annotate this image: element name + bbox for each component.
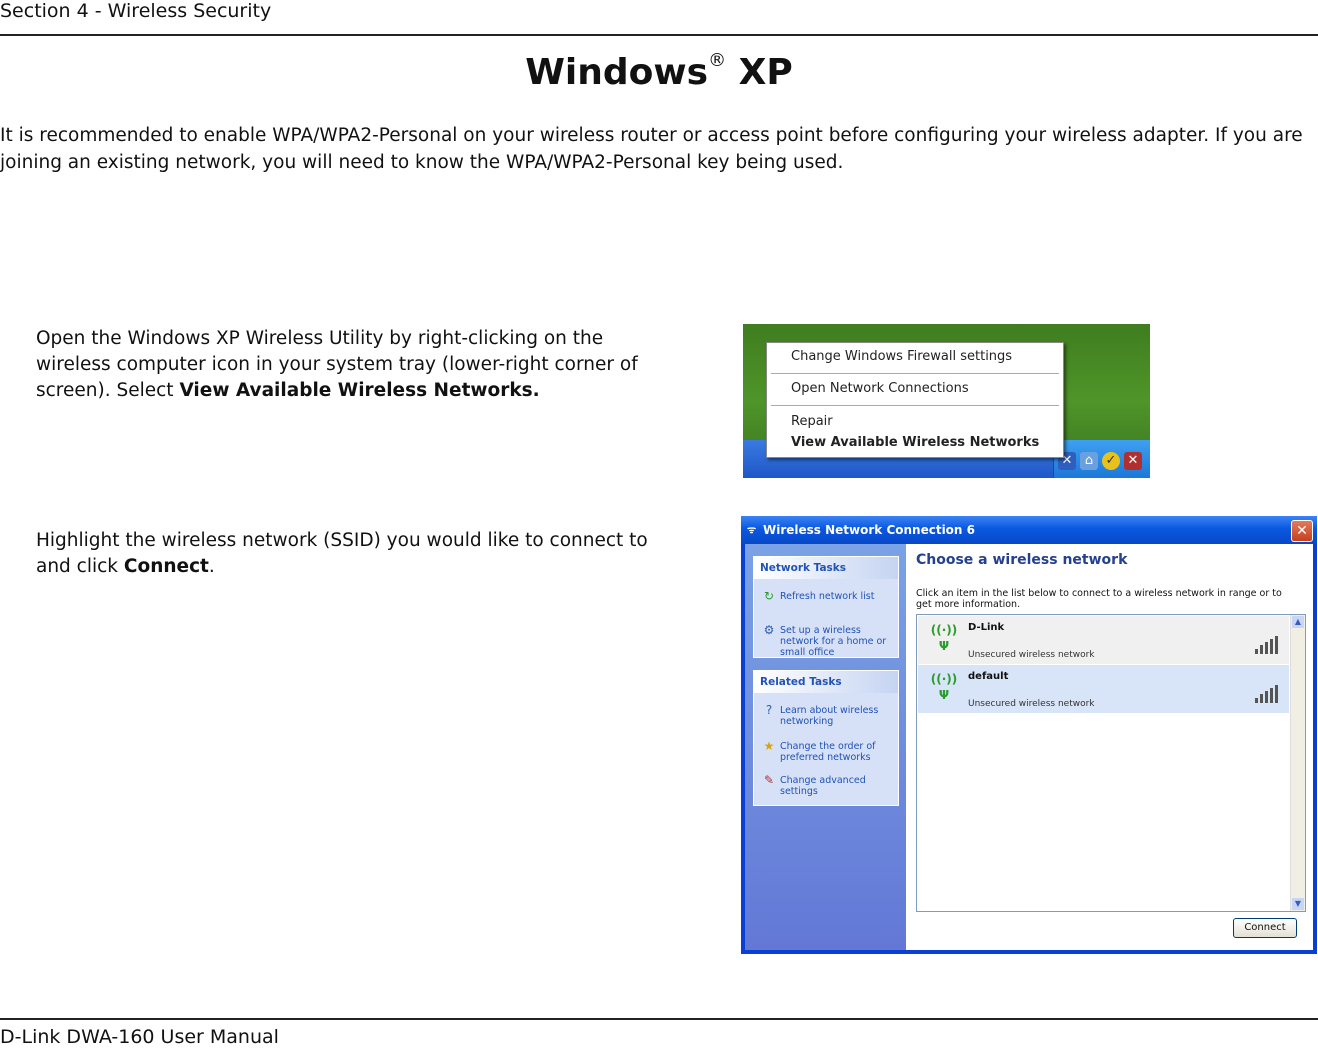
network-tasks-header: Network Tasks [754, 557, 898, 579]
network-ssid: default [968, 671, 1009, 682]
step-2-bold: Connect [123, 556, 209, 577]
refresh-network-list-link[interactable]: Refresh network list [780, 591, 892, 602]
system-tray: ✕ ⌂ ✓ ✕ [1053, 440, 1150, 478]
home-icon[interactable]: ⌂ [1080, 452, 1098, 470]
menu-separator [771, 373, 1059, 374]
network-ssid: D-Link [968, 622, 1005, 633]
network-list: ((·)) Ψ D-Link Unsecured wireless network… [916, 614, 1306, 912]
step-1-bold: View Available Wireless Networks. [179, 380, 540, 401]
page-title: Windows® XP [525, 50, 793, 93]
related-tasks-box: Related Tasks ? Learn about wireless net… [753, 670, 899, 806]
refresh-icon: ↻ [763, 589, 775, 603]
network-security-status: Unsecured wireless network [968, 650, 1095, 660]
step-1-text: Open the Windows XP Wireless Utility by … [36, 328, 638, 401]
network-item[interactable]: ((·)) Ψ default Unsecured wireless networ… [918, 665, 1289, 713]
menu-repair[interactable]: Repair [791, 414, 833, 429]
tray-menu-screenshot: ✕ ⌂ ✓ ✕ Change Windows Firewall settings… [743, 324, 1150, 478]
setup-wireless-network-link[interactable]: Set up a wireless network for a home or … [780, 625, 892, 658]
step-2-text: Highlight the wireless network (SSID) yo… [36, 530, 648, 577]
network-item[interactable]: ((·)) Ψ D-Link Unsecured wireless network [918, 616, 1289, 664]
network-security-status: Unsecured wireless network [968, 699, 1095, 709]
menu-separator [771, 405, 1059, 406]
signal-strength-icon [1255, 636, 1281, 654]
antenna-icon: ((·)) Ψ [930, 623, 958, 653]
change-order-link[interactable]: Change the order of preferred networks [780, 741, 892, 763]
choose-network-heading: Choose a wireless network [916, 552, 1128, 568]
footer-text: D-Link DWA-160 User Manual [0, 1026, 279, 1048]
instruction-text: Click an item in the list below to conne… [916, 588, 1282, 610]
network-tasks-box: Network Tasks ↻ Refresh network list ⚙ S… [753, 556, 899, 658]
dialog-title: Wireless Network Connection 6 [763, 523, 975, 537]
related-tasks-header: Related Tasks [754, 671, 898, 693]
scroll-up-icon[interactable]: ▲ [1292, 616, 1304, 628]
dialog-titlebar: ᯤ Wireless Network Connection 6 ✕ [741, 516, 1317, 544]
close-button[interactable]: ✕ [1291, 520, 1313, 542]
change-advanced-settings-link[interactable]: Change advanced settings [780, 775, 892, 797]
menu-open-network-connections[interactable]: Open Network Connections [791, 381, 969, 396]
learn-wireless-link[interactable]: Learn about wireless networking [780, 705, 892, 727]
star-icon: ★ [763, 739, 775, 753]
tools-icon: ✎ [763, 773, 775, 787]
context-menu: Change Windows Firewall settings Open Ne… [766, 342, 1064, 458]
help-icon: ? [765, 703, 773, 717]
network-disconnected-icon[interactable]: ✕ [1124, 452, 1142, 470]
registered-mark: ® [708, 50, 727, 71]
scroll-down-icon[interactable]: ▼ [1292, 898, 1304, 910]
connect-button[interactable]: Connect [1233, 918, 1297, 938]
section-header: Section 4 - Wireless Security [0, 0, 272, 22]
scrollbar[interactable]: ▲ ▼ [1290, 615, 1305, 911]
network-list-pane: Choose a wireless network Click an item … [906, 544, 1313, 950]
wireless-icon: ᯤ [747, 525, 757, 536]
menu-view-available-networks[interactable]: View Available Wireless Networks [791, 435, 1039, 450]
footer-divider [0, 1018, 1318, 1020]
signal-strength-icon [1255, 685, 1281, 703]
task-pane: Network Tasks ↻ Refresh network list ⚙ S… [745, 544, 906, 950]
intro-paragraph: It is recommended to enable WPA/WPA2-Per… [0, 125, 1303, 173]
security-center-icon[interactable]: ✓ [1102, 452, 1120, 470]
menu-firewall-settings[interactable]: Change Windows Firewall settings [791, 349, 1012, 364]
setup-network-icon: ⚙ [763, 623, 775, 637]
wireless-connection-dialog: ᯤ Wireless Network Connection 6 ✕ Networ… [741, 516, 1317, 954]
antenna-icon: ((·)) Ψ [930, 672, 958, 702]
header-divider [0, 34, 1318, 36]
